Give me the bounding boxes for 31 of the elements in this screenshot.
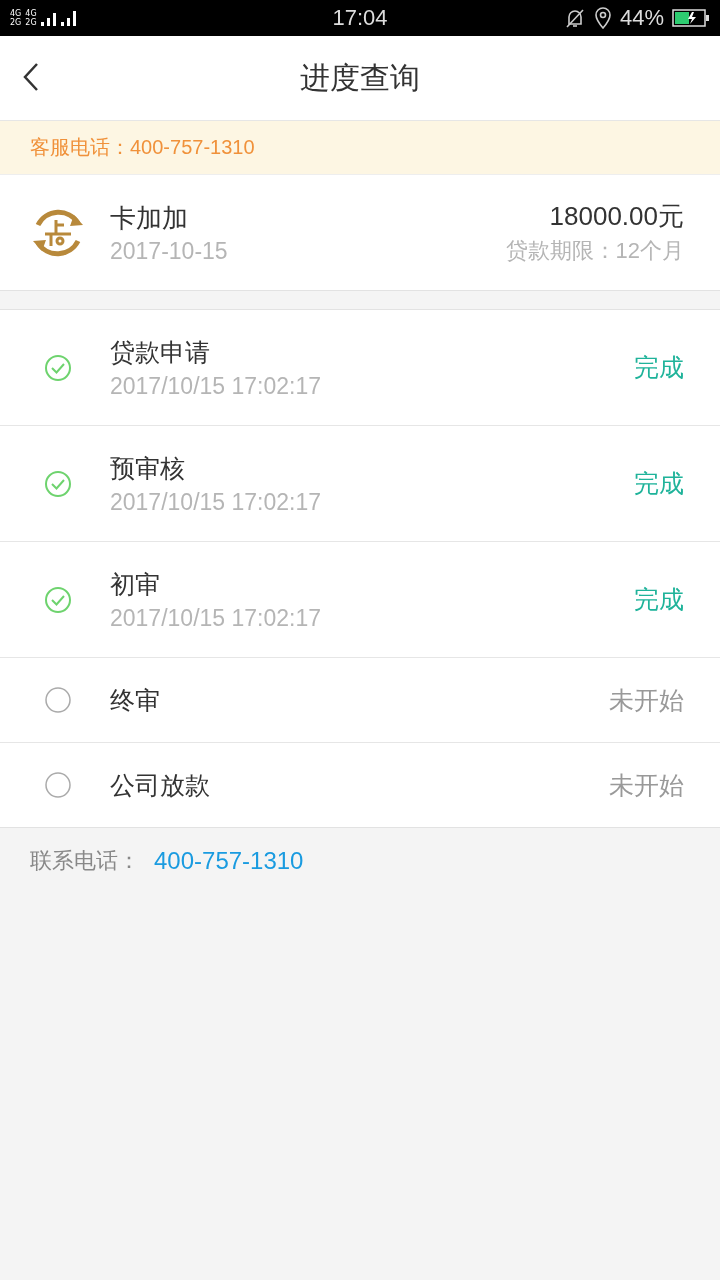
- step-name: 预审核: [110, 452, 186, 485]
- step-status: 完成: [634, 584, 684, 616]
- step-name: 初审: [110, 568, 161, 601]
- loan-term: 贷款期限：12个月: [505, 237, 684, 265]
- step-name: 公司放款: [110, 769, 210, 802]
- muted-bell-icon: [563, 7, 586, 29]
- network-label: 2G: [10, 18, 22, 27]
- step-time: 2017/10/15 17:02:17: [110, 488, 322, 516]
- step-time: 2017/10/15 17:02:17: [110, 372, 322, 400]
- location-icon: [593, 7, 612, 29]
- step-status: 完成: [634, 352, 684, 384]
- clock: 17:04: [332, 5, 388, 31]
- step-status: 未开始: [609, 769, 684, 802]
- page-title: 进度查询: [300, 58, 420, 97]
- product-name: 卡加加: [110, 201, 189, 235]
- service-phone-link[interactable]: 400-757-1310: [130, 136, 255, 159]
- step-name: 贷款申请: [110, 336, 211, 369]
- service-phone-label: 客服电话：: [30, 134, 130, 161]
- network-label: 4G: [10, 9, 22, 18]
- loan-date: 2017-10-15: [110, 237, 228, 265]
- step-time: 2017/10/15 17:02:17: [110, 604, 322, 632]
- network-label: 4G: [25, 9, 37, 18]
- battery-icon: [672, 8, 710, 28]
- contact-phone-label: 联系电话：: [30, 847, 140, 875]
- step-status: 未开始: [609, 684, 684, 717]
- network-label: 2G: [25, 18, 37, 27]
- step-name: 终审: [110, 684, 160, 717]
- battery-percent: 44%: [619, 5, 664, 31]
- step-status: 完成: [634, 468, 684, 500]
- loan-amount: 18000.00元: [549, 200, 684, 233]
- contact-phone-link[interactable]: 400-757-1310: [154, 847, 304, 875]
